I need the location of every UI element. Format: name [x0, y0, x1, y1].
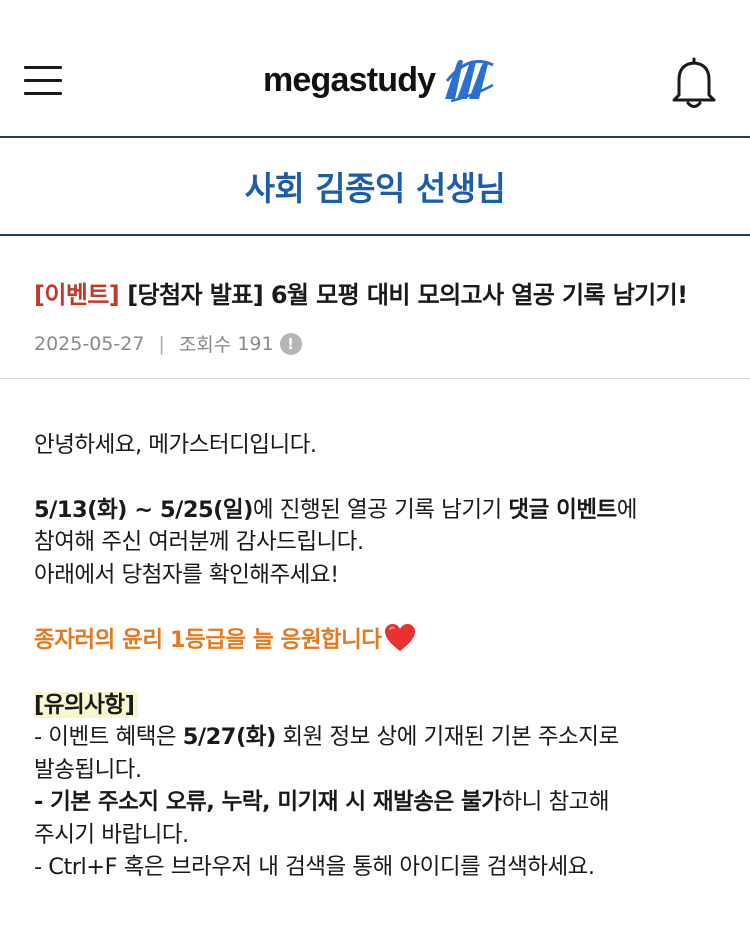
paragraph-check: 아래에서 당첨자를 확인해주세요! — [34, 561, 339, 588]
post-title-text: [당첨자 발표] 6월 모평 대비 모의고사 열공 기록 남기기! — [127, 281, 688, 309]
text: 하니 참고해 — [501, 789, 610, 815]
paragraph-event: 5/13(화) ~ 5/25(일)에 진행된 열공 기록 남기기 댓글 이벤트에 — [34, 494, 716, 527]
menu-line — [24, 66, 62, 69]
red-heart-icon — [384, 624, 415, 651]
delivery-date: 5/27(화) — [182, 724, 276, 750]
post-title: [이벤트] [당첨자 발표] 6월 모평 대비 모의고사 열공 기록 남기기! — [34, 275, 716, 310]
text: 에 진행된 열공 기록 남기기 — [252, 496, 509, 523]
menu-line — [24, 92, 62, 95]
meta-separator: | — [158, 332, 165, 355]
paragraph-thanks: 참여해 주신 여러분께 감사드립니다. — [34, 529, 364, 555]
teacher-header: 사회 김종익 선생님 — [0, 138, 750, 236]
cheer-message: 종자러의 윤리 1등급을 늘 응원합니다 — [34, 623, 716, 657]
text: 회원 정보 상에 기재된 기본 주소지로 — [275, 724, 619, 750]
notice-2: - 기본 주소지 오류, 누락, 미기재 시 재발송은 불가하니 참고해 — [34, 786, 716, 819]
notice-1: - 이벤트 혜택은 5/27(화) 회원 정보 상에 기재된 기본 주소지로 — [34, 721, 716, 754]
megastudy-m-logo-icon — [445, 59, 494, 103]
megastudy-logo[interactable]: megastudy — [263, 54, 495, 106]
views-count: 191 — [237, 332, 274, 355]
notice-heading: [유의사항] — [34, 691, 139, 718]
exclamation-info-icon[interactable]: ! — [279, 332, 302, 355]
post-meta: 2025-05-27 | 조회수 191 ! — [34, 330, 716, 357]
notice-2-cont: 주시기 바랍니다. — [34, 821, 189, 848]
bell-icon[interactable] — [668, 55, 720, 111]
notice-1-cont: 발송됩니다. — [34, 756, 142, 783]
post-tag: [이벤트] — [34, 281, 120, 309]
event-type: 댓글 이벤트 — [508, 496, 617, 523]
event-period: 5/13(화) ~ 5/25(일) — [34, 496, 253, 523]
top-app-bar: megastudy — [0, 0, 750, 138]
no-resend-warning: - 기본 주소지 오류, 누락, 미기재 시 재발송은 불가 — [34, 789, 502, 815]
menu-line — [24, 79, 62, 82]
teacher-name[interactable]: 사회 김종익 선생님 — [245, 162, 506, 210]
post-date: 2025-05-27 — [34, 332, 145, 355]
text: 에 — [616, 496, 638, 523]
greeting: 안녕하세요, 메가스터디입니다. — [34, 432, 317, 458]
text: - 이벤트 혜택은 — [34, 724, 183, 750]
notice-3: - Ctrl+F 혹은 브라우저 내 검색을 통해 아이디를 검색하세요. — [34, 854, 595, 880]
notice-heading-line: [유의사항] — [34, 689, 716, 722]
logo-text: megastudy — [263, 60, 436, 99]
views-label: 조회수 — [178, 334, 232, 356]
post-header: [이벤트] [당첨자 발표] 6월 모평 대비 모의고사 열공 기록 남기기! 2… — [0, 236, 750, 379]
post-body: 안녕하세요, 메가스터디입니다. 5/13(화) ~ 5/25(일)에 진행된 … — [0, 379, 750, 884]
hamburger-menu-icon[interactable] — [24, 66, 64, 98]
cheer-text: 종자러의 윤리 1등급을 늘 응원합니다 — [34, 627, 382, 653]
